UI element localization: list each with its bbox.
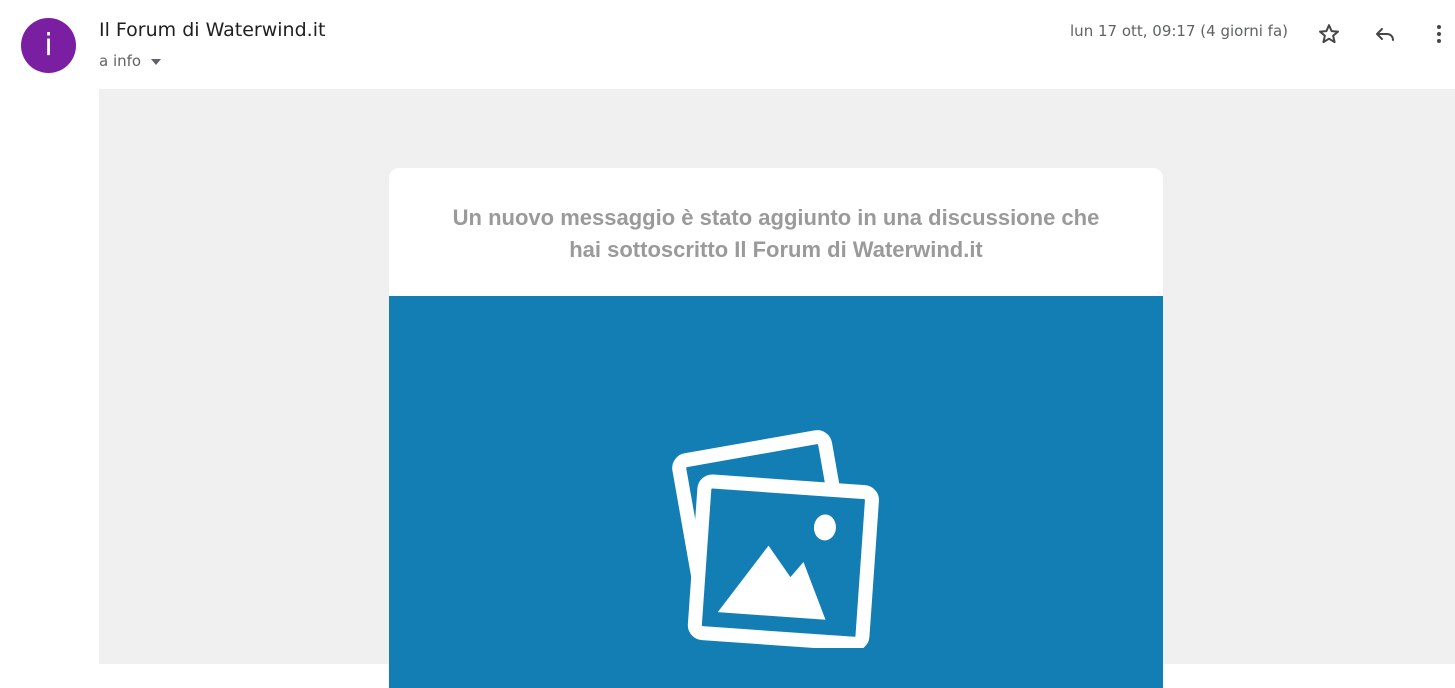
sender-avatar[interactable]: i [21,18,76,73]
reply-button[interactable] [1371,20,1399,48]
header-image-banner [389,296,1163,688]
avatar-letter: i [44,28,53,63]
card-headline-line2: hai sottoscritto Il Forum di Waterwind.i… [569,237,983,262]
email-body: Un nuovo messaggio è stato aggiunto in u… [99,89,1455,688]
recipient-label: a info [99,52,142,70]
star-icon [1319,24,1339,44]
message-date: lun 17 ott, 09:17 (4 giorni fa) [1070,22,1288,40]
sender-name[interactable]: Il Forum di Waterwind.it [99,19,325,41]
email-header: i Il Forum di Waterwind.it a info lun 17… [0,0,1455,89]
caret-down-icon [151,59,162,65]
more-vert-icon [1437,25,1441,43]
image-placeholder-icon [672,430,879,648]
recipient-details-toggle[interactable]: a info [99,52,162,70]
notification-card: Un nuovo messaggio è stato aggiunto in u… [389,168,1163,688]
card-headline-line1: Un nuovo messaggio è stato aggiunto in u… [452,205,1100,230]
card-headline: Un nuovo messaggio è stato aggiunto in u… [389,202,1163,266]
more-options-button[interactable] [1425,20,1453,48]
reply-icon [1376,28,1394,41]
star-button[interactable] [1315,20,1343,48]
